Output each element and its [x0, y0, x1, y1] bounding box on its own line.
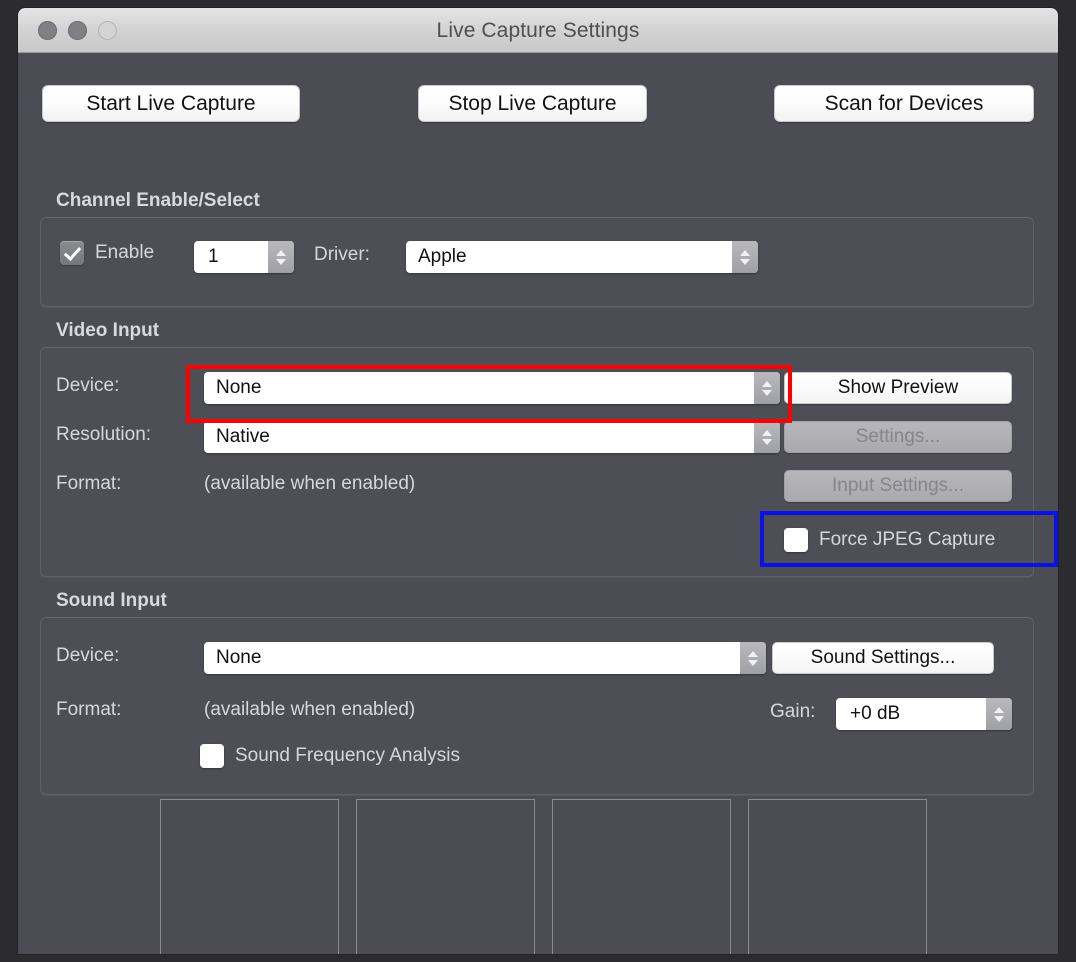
- channel-number-value: 1: [208, 246, 219, 267]
- chevron-up-icon[interactable]: [748, 650, 758, 657]
- video-resolution-value: Native: [216, 426, 270, 447]
- chevron-down-icon[interactable]: [740, 258, 750, 265]
- channel-thumbnail[interactable]: [356, 799, 535, 954]
- force-jpeg-checkbox-row[interactable]: Force JPEG Capture: [784, 528, 995, 552]
- chevron-up-icon[interactable]: [762, 429, 772, 436]
- sound-format-label: Format:: [56, 699, 122, 720]
- video-device-popup-arrows[interactable]: [754, 372, 780, 404]
- input-settings-button: Input Settings...: [784, 470, 1012, 502]
- chevron-up-icon[interactable]: [276, 249, 286, 256]
- chevron-up-icon[interactable]: [740, 249, 750, 256]
- chevron-down-icon[interactable]: [762, 389, 772, 396]
- sound-format-value: (available when enabled): [204, 699, 416, 720]
- driver-popup[interactable]: Apple: [406, 241, 758, 273]
- sound-settings-button[interactable]: Sound Settings...: [772, 642, 994, 674]
- channel-thumbnail[interactable]: [748, 799, 927, 954]
- window-title: Live Capture Settings: [436, 19, 640, 42]
- chevron-down-icon[interactable]: [748, 659, 758, 666]
- video-section-title: Video Input: [56, 320, 160, 341]
- chevron-up-icon[interactable]: [762, 380, 772, 387]
- sound-frequency-analysis-label: Sound Frequency Analysis: [235, 745, 460, 766]
- start-live-capture-button[interactable]: Start Live Capture: [42, 85, 300, 122]
- chevron-down-icon[interactable]: [994, 715, 1004, 722]
- channel-number-stepper-arrows[interactable]: [268, 241, 294, 273]
- channel-section-title: Channel Enable/Select: [56, 190, 260, 211]
- sound-frequency-analysis-checkbox[interactable]: [200, 744, 224, 768]
- driver-label: Driver:: [314, 244, 370, 265]
- video-resolution-popup-arrows[interactable]: [754, 421, 780, 453]
- enable-checkbox-row[interactable]: Enable: [60, 241, 154, 265]
- sound-section-title: Sound Input: [56, 590, 167, 611]
- gain-stepper-arrows[interactable]: [986, 698, 1012, 730]
- driver-popup-arrows[interactable]: [732, 241, 758, 273]
- video-device-value: None: [216, 377, 262, 398]
- live-capture-settings-window: Live Capture Settings Start Live Capture…: [18, 8, 1058, 954]
- window-titlebar: Live Capture Settings: [18, 8, 1058, 53]
- gain-label: Gain:: [770, 701, 816, 722]
- video-settings-button: Settings...: [784, 421, 1012, 453]
- force-jpeg-checkbox[interactable]: [784, 528, 808, 552]
- sound-device-popup[interactable]: None: [204, 642, 766, 674]
- force-jpeg-checkbox-label: Force JPEG Capture: [819, 529, 996, 550]
- channel-thumbnail[interactable]: [552, 799, 731, 954]
- video-resolution-label: Resolution:: [56, 424, 152, 445]
- stop-live-capture-button[interactable]: Stop Live Capture: [418, 85, 647, 122]
- sound-device-value: None: [216, 647, 262, 668]
- chevron-down-icon[interactable]: [762, 438, 772, 445]
- gain-stepper[interactable]: +0 dB: [836, 698, 1012, 730]
- video-device-popup[interactable]: None: [204, 372, 780, 404]
- enable-checkbox-label: Enable: [95, 242, 155, 263]
- video-format-value: (available when enabled): [204, 473, 416, 494]
- video-device-label: Device:: [56, 375, 120, 396]
- sound-frequency-analysis-checkbox-row[interactable]: Sound Frequency Analysis: [200, 744, 460, 768]
- sound-device-popup-arrows[interactable]: [740, 642, 766, 674]
- channel-number-stepper[interactable]: 1: [194, 241, 294, 273]
- driver-value: Apple: [418, 246, 467, 267]
- enable-checkbox[interactable]: [60, 241, 84, 265]
- show-preview-button[interactable]: Show Preview: [784, 372, 1012, 404]
- channel-thumbnail[interactable]: [160, 799, 339, 954]
- sound-device-label: Device:: [56, 645, 120, 666]
- video-resolution-popup[interactable]: Native: [204, 421, 780, 453]
- chevron-down-icon[interactable]: [276, 258, 286, 265]
- scan-for-devices-button[interactable]: Scan for Devices: [774, 85, 1034, 122]
- video-format-label: Format:: [56, 473, 122, 494]
- window-content: Start Live Capture Stop Live Capture Sca…: [18, 53, 1058, 954]
- gain-value: +0 dB: [850, 703, 901, 724]
- chevron-up-icon[interactable]: [994, 706, 1004, 713]
